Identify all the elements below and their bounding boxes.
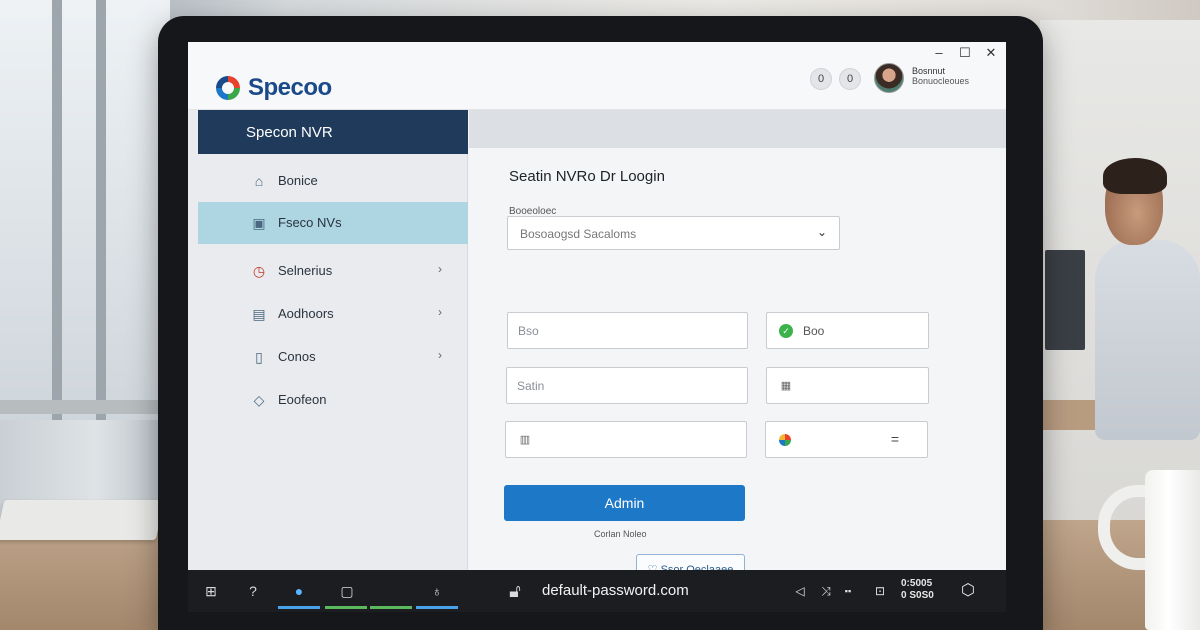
sidebar-item-label: Selnerius (278, 263, 333, 278)
tray-clock-date: 0 S0S0 (901, 590, 934, 601)
select-value: Bosoaogsd Sacaloms (520, 227, 637, 241)
network-icon[interactable]: ⊡ (872, 582, 888, 600)
main-header-band (469, 110, 1006, 148)
avatar[interactable] (874, 63, 904, 93)
search-icon[interactable]: ? (242, 580, 264, 602)
battery-icon[interactable]: ▪▪ (840, 582, 856, 600)
phone-icon: ▯ (255, 349, 263, 365)
sidebar-item-label: Eoofeon (278, 392, 327, 407)
user-role: Bonuocleoues (912, 76, 970, 86)
window-mullion (52, 0, 62, 420)
app-icon[interactable]: ♁ (426, 580, 448, 602)
notification-button[interactable]: 0 (810, 68, 832, 90)
chevron-down-icon: ⌄ (816, 225, 827, 239)
document-icon: ▤ (252, 306, 266, 322)
status-field-text: Boo (803, 324, 825, 338)
sidebar-item-aodhoors[interactable]: ▤ Aodhoors › (198, 293, 468, 335)
sidebar-item-selnerius[interactable]: ◷ Selnerius › (198, 250, 468, 292)
browser-icon[interactable]: ● (288, 580, 310, 602)
sidebar-header: Specon NVR (198, 110, 468, 154)
shuffle-icon[interactable]: ⤨ (818, 582, 834, 600)
username-input[interactable] (508, 313, 747, 348)
window-mullion (96, 0, 106, 420)
background-monitor (1045, 250, 1085, 350)
username-field[interactable] (507, 312, 748, 349)
office-window (0, 0, 170, 420)
chevron-right-icon: › (438, 262, 442, 276)
volume-icon[interactable]: ◁ (792, 582, 808, 600)
network-field[interactable]: = (765, 421, 928, 458)
sidebar-item-label: Aodhoors (278, 306, 334, 321)
url-text: default-password.com (542, 582, 689, 599)
help-link[interactable]: Corlan Noleo (594, 529, 647, 539)
help-button[interactable]: 0 (839, 68, 861, 90)
taskbar-active-indicator (416, 606, 458, 609)
minimize-button[interactable]: – (930, 44, 948, 62)
notebook (0, 500, 165, 540)
status-field[interactable]: ✓ Boo (766, 312, 929, 349)
monitor-icon: ▣ (252, 215, 266, 231)
main-content: Seatin NVRo Dr Loogin Booeoloec Bosoaogs… (469, 110, 1006, 612)
shield-icon[interactable]: ⬡ (960, 582, 976, 600)
maximize-button[interactable]: ☐ (956, 44, 974, 62)
person-hair (1103, 158, 1167, 194)
app-screen: Specoo – ☐ ✕ 0 0 Bosnnut Bonuocleoues Sp… (188, 42, 1006, 612)
tray-clock-time: 0:5005 (901, 578, 933, 589)
sidebar-item-bonice[interactable]: ⌂ Bonice (198, 160, 468, 202)
sidebar-item-fseco-nvs[interactable]: ▣ Fseco NVs (198, 202, 468, 244)
window-sill (0, 400, 175, 414)
calendar-field[interactable]: ▦ (766, 367, 929, 404)
admin-login-button[interactable]: Admin (504, 485, 745, 521)
sidebar-item-label: Fseco NVs (278, 215, 342, 230)
coffee-mug (1145, 470, 1200, 630)
taskbar-active-indicator (370, 606, 412, 609)
windows-icon[interactable]: ⊞ (200, 580, 222, 602)
sidebar-item-conos[interactable]: ▯ Conos › (198, 336, 468, 378)
taskbar-active-indicator (278, 606, 320, 609)
home-icon: ⌂ (254, 173, 264, 189)
chevron-right-icon: › (438, 348, 442, 362)
page-title: Seatin NVRo Dr Loogin (509, 168, 665, 185)
speco-mini-logo-icon (779, 434, 791, 446)
brand-name: Specoo (248, 74, 332, 101)
calendar-icon: ▦ (780, 380, 792, 392)
sidebar-item-label: Conos (278, 349, 316, 364)
password-field[interactable] (506, 367, 748, 404)
sidebar-item-eoofeon[interactable]: ◇ Eoofeon (198, 379, 468, 421)
sidebar-item-label: Bonice (278, 173, 318, 188)
password-input[interactable] (507, 368, 747, 403)
speco-logo-icon (216, 76, 240, 100)
folder-icon[interactable]: ▢ (336, 580, 358, 602)
menu-icon: = (890, 431, 899, 447)
chevron-right-icon: › (438, 305, 442, 319)
port-field[interactable]: ▥ (505, 421, 747, 458)
grid-icon: ▥ (519, 434, 531, 446)
app-header: Specoo – ☐ ✕ 0 0 Bosnnut Bonuocleoues (188, 42, 1006, 110)
clock-icon: ◷ (252, 263, 266, 279)
taskbar-active-indicator (325, 606, 367, 609)
sidebar-title: Specon NVR (246, 124, 333, 141)
location-icon: ◇ (253, 392, 265, 408)
person-body (1095, 240, 1200, 440)
lock-icon: 🔓︎ (509, 581, 521, 601)
sidebar: Specon NVR ⌂ Bonice ▣ Fseco NVs ◷ Selner… (188, 110, 468, 612)
close-button[interactable]: ✕ (982, 44, 1000, 62)
check-icon: ✓ (779, 324, 793, 338)
taskbar: ⊞ ? ● ▢ ♁ 🔓︎ default-password.com ◁ ⤨ ▪▪… (188, 570, 1006, 612)
nvr-select[interactable]: Bosoaogsd Sacaloms ⌄ (507, 216, 840, 250)
